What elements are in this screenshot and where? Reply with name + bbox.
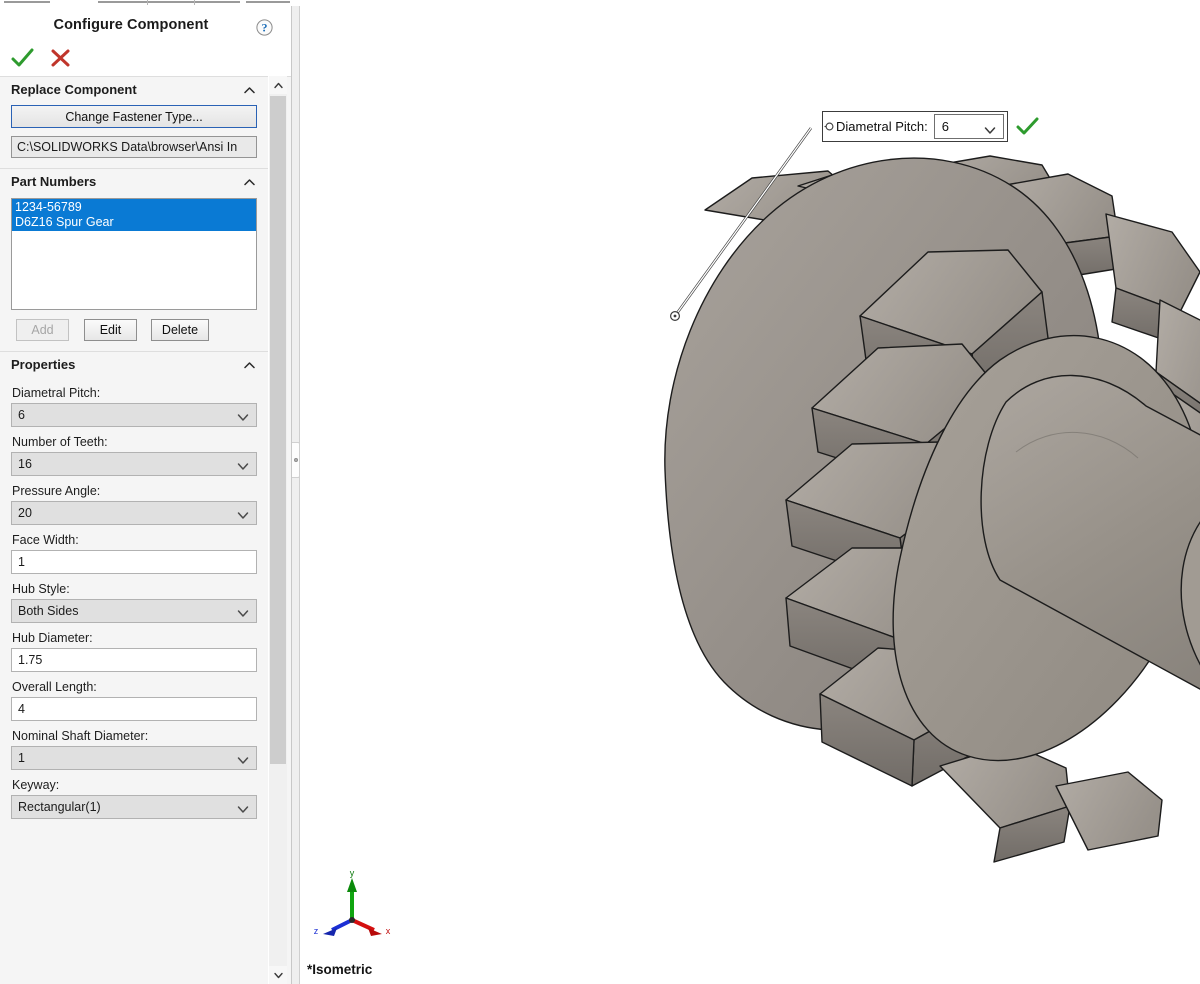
property-select[interactable]: 6 (11, 403, 257, 427)
svg-text:y: y (350, 868, 355, 878)
chevron-down-icon (237, 803, 249, 812)
properties-body: Diametral Pitch: 6 Number of Teeth: 16 Press… (0, 386, 268, 829)
field-label: Hub Diameter: (12, 631, 257, 645)
page-title: Configure Component (0, 17, 262, 33)
view-orientation-label: *Isometric (307, 962, 372, 977)
spur-gear-model[interactable] (300, 0, 1200, 984)
panel-splitter[interactable] (292, 6, 300, 984)
svg-text:x: x (386, 926, 391, 936)
callout-box: Diametral Pitch: 6 (822, 111, 1008, 142)
select-value: Rectangular(1) (18, 800, 101, 814)
callout-label: Diametral Pitch: (836, 119, 934, 134)
delete-button[interactable]: Delete (151, 319, 209, 341)
field-label: Number of Teeth: (12, 435, 257, 449)
part-number-actions: Add Edit Delete (11, 319, 257, 341)
chevron-down-icon (984, 123, 996, 132)
grip-dot-icon (294, 458, 298, 462)
change-fastener-type-button[interactable]: Change Fastener Type... (11, 105, 257, 128)
field-label: Hub Style: (12, 582, 257, 596)
select-value: Both Sides (18, 604, 78, 618)
accept-button[interactable] (10, 47, 36, 69)
scrollbar-thumb[interactable] (270, 96, 286, 764)
panel-scrollbar[interactable] (268, 76, 287, 984)
part-number-description: D6Z16 Spur Gear (15, 215, 256, 230)
tab-divider (194, 0, 195, 5)
svg-text:?: ? (262, 21, 268, 35)
cancel-button[interactable] (48, 47, 74, 69)
part-number-id: 1234-56789 (15, 200, 256, 215)
select-value: 16 (18, 457, 32, 471)
property-select[interactable]: Rectangular(1) (11, 795, 257, 819)
property-select[interactable]: Both Sides (11, 599, 257, 623)
section-title: Properties (11, 357, 75, 372)
chevron-down-icon (237, 607, 249, 616)
splitter-grip-handle[interactable] (292, 442, 300, 478)
field-label: Nominal Shaft Diameter: (12, 729, 257, 743)
component-path-field[interactable]: C:\SOLIDWORKS Data\browser\Ansi In (11, 136, 257, 158)
svg-text:z: z (314, 926, 319, 936)
property-select[interactable]: 20 (11, 501, 257, 525)
section-header-part-numbers[interactable]: Part Numbers (0, 168, 268, 195)
field-label: Pressure Angle: (12, 484, 257, 498)
tab-segment (246, 1, 290, 3)
select-value: 6 (18, 408, 25, 422)
replace-component-body: Change Fastener Type... C:\SOLIDWORKS Da… (0, 105, 268, 168)
part-numbers-body: 1234-56789 D6Z16 Spur Gear Add Edit Dele… (0, 198, 268, 351)
panel-scroll-content: Replace Component Change Fastener Type..… (0, 76, 268, 984)
scroll-down-icon[interactable] (269, 966, 287, 984)
callout-select-value: 6 (942, 119, 949, 134)
add-button[interactable]: Add (16, 319, 69, 341)
property-select[interactable]: 16 (11, 452, 257, 476)
tab-segment (4, 1, 50, 3)
property-manager-panel: Configure Component ? (0, 6, 292, 984)
diametral-pitch-callout[interactable]: Diametral Pitch: 6 (822, 111, 1043, 142)
part-numbers-listbox[interactable]: 1234-56789 D6Z16 Spur Gear (11, 198, 257, 310)
field-label: Face Width: (12, 533, 257, 547)
scroll-up-icon[interactable] (269, 76, 287, 94)
select-value: 1 (18, 751, 25, 765)
graphics-viewport[interactable]: Diametral Pitch: 6 (300, 0, 1200, 984)
property-text-input[interactable]: 1 (11, 550, 257, 574)
solidworks-window: Configure Component ? (0, 0, 1200, 984)
select-value: 20 (18, 506, 32, 520)
tab-divider (147, 0, 148, 5)
callout-anchor-icon (823, 121, 836, 132)
callout-confirm-button[interactable] (1013, 111, 1043, 142)
panel-header: Configure Component ? (0, 6, 291, 77)
field-label: Diametral Pitch: (12, 386, 257, 400)
chevron-down-icon (237, 509, 249, 518)
section-title: Part Numbers (11, 174, 96, 189)
tab-segment (98, 1, 240, 3)
field-label: Keyway: (12, 778, 257, 792)
chevron-down-icon (237, 460, 249, 469)
chevron-up-icon[interactable] (243, 84, 256, 97)
chevron-down-icon (237, 754, 249, 763)
section-header-replace-component[interactable]: Replace Component (0, 76, 268, 103)
accept-cancel-group (10, 47, 74, 69)
list-item[interactable]: 1234-56789 D6Z16 Spur Gear (12, 199, 256, 231)
section-title: Replace Component (11, 82, 137, 97)
chevron-up-icon[interactable] (243, 359, 256, 372)
property-text-input[interactable]: 1.75 (11, 648, 257, 672)
chevron-down-icon (237, 411, 249, 420)
callout-diametral-pitch-select[interactable]: 6 (934, 114, 1004, 139)
help-circle-icon[interactable]: ? (256, 19, 273, 36)
chevron-up-icon[interactable] (243, 176, 256, 189)
property-select[interactable]: 1 (11, 746, 257, 770)
scrollbar-track[interactable] (269, 766, 287, 966)
view-coordinate-triad: y x z (310, 866, 394, 936)
field-label: Overall Length: (12, 680, 257, 694)
section-header-properties[interactable]: Properties (0, 351, 268, 378)
property-text-input[interactable]: 4 (11, 697, 257, 721)
edit-button[interactable]: Edit (84, 319, 137, 341)
